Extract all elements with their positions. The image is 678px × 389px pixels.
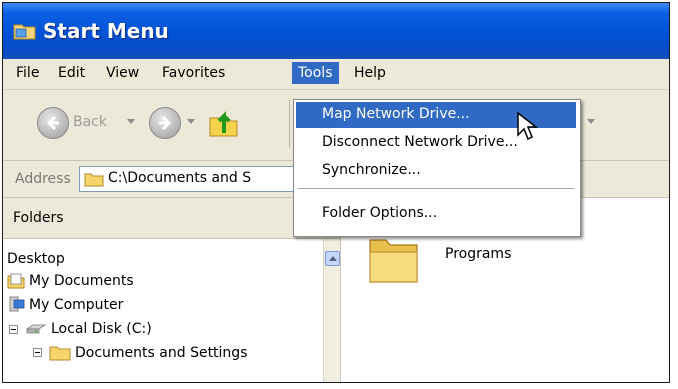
explorer-window: Start Menu File Edit View Favorites Tool…	[2, 2, 670, 383]
window-title: Start Menu	[43, 19, 169, 43]
folders-label: Folders	[13, 210, 64, 226]
my-computer-icon	[9, 296, 25, 312]
menu-separator	[298, 188, 574, 189]
address-folder-icon	[84, 173, 104, 187]
back-label: Back	[73, 114, 107, 130]
menu-view[interactable]: View	[101, 64, 144, 82]
my-documents-icon	[7, 273, 25, 289]
address-label: Address	[15, 171, 71, 187]
up-folder-icon[interactable]	[207, 106, 241, 140]
forward-button[interactable]	[149, 107, 181, 139]
tree-item-desktop[interactable]: Desktop	[7, 251, 65, 267]
collapse-documents-settings-icon[interactable]	[33, 348, 42, 357]
title-bar[interactable]: Start Menu	[3, 3, 669, 59]
menu-item-synchronize[interactable]: Synchronize...	[296, 158, 576, 184]
menu-file[interactable]: File	[11, 64, 44, 82]
menu-favorites[interactable]: Favorites	[157, 64, 230, 82]
tree-item-my-computer[interactable]: My Computer	[29, 297, 123, 313]
menu-edit[interactable]: Edit	[53, 64, 90, 82]
forward-arrow-icon	[159, 115, 172, 131]
collapse-local-disk-icon[interactable]	[9, 325, 18, 334]
address-input[interactable]: C:\Documents and S	[79, 166, 301, 192]
back-arrow-icon	[46, 115, 59, 131]
programs-folder-label[interactable]: Programs	[445, 246, 511, 262]
menu-item-folder-options[interactable]: Folder Options...	[296, 201, 576, 227]
drive-icon	[25, 324, 47, 334]
folder-tree-scrollbar[interactable]	[323, 239, 341, 382]
menu-help[interactable]: Help	[349, 64, 391, 82]
forward-dropdown-icon[interactable]	[187, 119, 195, 124]
address-value: C:\Documents and S	[108, 170, 252, 186]
toolbar-separator	[289, 100, 290, 148]
tree-item-local-disk[interactable]: Local Disk (C:)	[51, 321, 152, 337]
tree-item-my-documents[interactable]: My Documents	[29, 273, 134, 289]
back-button[interactable]	[37, 107, 69, 139]
back-dropdown-icon[interactable]	[127, 119, 135, 124]
scroll-up-icon[interactable]	[325, 251, 340, 266]
tree-item-documents-and-settings[interactable]: Documents and Settings	[75, 345, 247, 361]
programs-folder-icon[interactable]	[367, 232, 421, 286]
menu-bar: File Edit View Favorites Tools Help	[3, 59, 669, 90]
folder-icon	[49, 346, 71, 361]
start-menu-folder-icon	[13, 24, 36, 40]
folders-pane-header: Folders	[3, 198, 340, 239]
views-dropdown-icon[interactable]	[587, 119, 595, 124]
folder-tree: Desktop My Documents My Computer Local D…	[3, 239, 323, 382]
menu-tools[interactable]: Tools	[292, 62, 339, 84]
mouse-cursor-icon	[517, 111, 539, 141]
